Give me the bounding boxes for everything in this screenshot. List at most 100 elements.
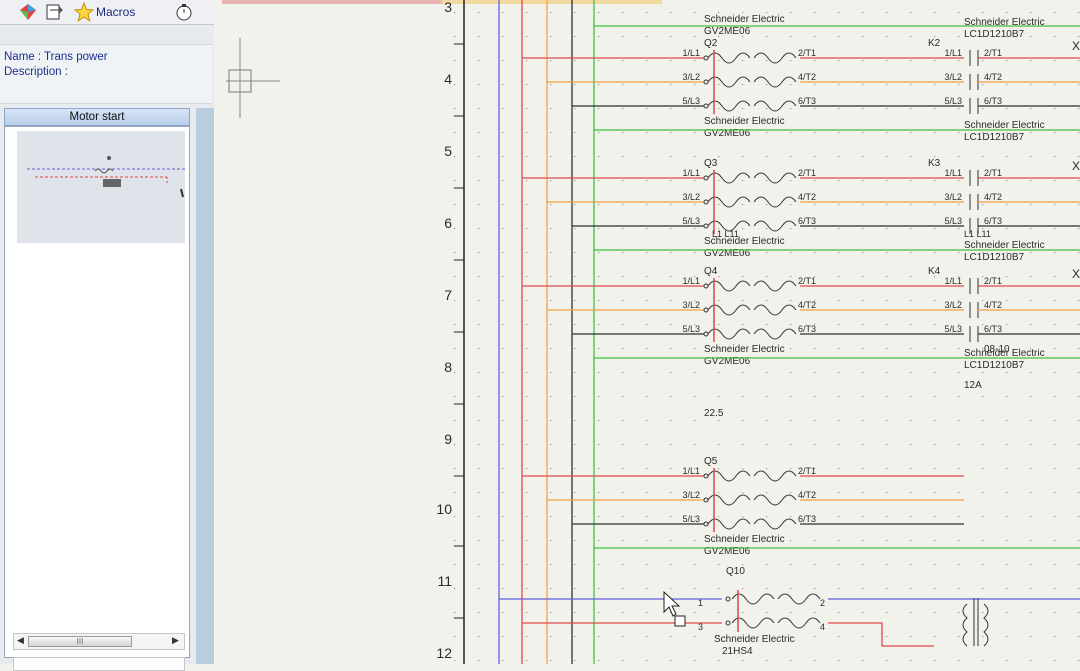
schematic-canvas[interactable]: 3 4 5 6 7 8 9 10 11 12 Schneider Electric GV2ME06 Sc… [222, 0, 1080, 664]
tab-macros[interactable]: Macros [90, 1, 141, 23]
grid-dot [694, 588, 696, 590]
grid-dot [694, 36, 696, 38]
grid-dot [814, 660, 816, 662]
grid-dot [790, 348, 792, 350]
grid-dot [862, 348, 864, 350]
pole-label: 5/L3 [944, 324, 962, 334]
schematic-svg[interactable]: 3456789101112Schneider ElectricGV2ME06Sc… [222, 0, 1080, 664]
grid-dot [670, 516, 672, 518]
grid-dot [694, 252, 696, 254]
grid-dot [478, 540, 480, 542]
document-tab-icon[interactable] [44, 2, 64, 22]
macro-thumbnail[interactable] [17, 131, 185, 243]
grid-dot [1078, 420, 1080, 422]
grid-dot [502, 324, 504, 326]
grid-dot [718, 300, 720, 302]
grid-dot [742, 228, 744, 230]
grid-dot [598, 132, 600, 134]
terminal-dot [725, 596, 731, 602]
grid-dot [1054, 564, 1056, 566]
grid-dot [478, 372, 480, 374]
grid-dot [934, 516, 936, 518]
grid-dot [862, 12, 864, 14]
grid-dot [622, 156, 624, 158]
grid-dot [574, 636, 576, 638]
grid-dot [718, 612, 720, 614]
grid-dot [910, 540, 912, 542]
timer-icon[interactable] [174, 2, 194, 22]
grid-dot [622, 396, 624, 398]
horizontal-scrollbar[interactable]: ◀ III ▶ [13, 633, 185, 650]
grid-dot [598, 420, 600, 422]
grid-dot [886, 276, 888, 278]
macro-list[interactable]: ◀ III ▶ [4, 126, 190, 671]
grid-dot [454, 420, 456, 422]
grid-dot [766, 276, 768, 278]
grid-dot [982, 444, 984, 446]
grid-dot [550, 564, 552, 566]
grid-dot [622, 300, 624, 302]
grid-dot [838, 252, 840, 254]
scrollbar-thumb[interactable]: III [28, 636, 132, 647]
scroll-left-icon[interactable]: ◀ [17, 635, 24, 646]
grid-dot [526, 84, 528, 86]
grid-dot [526, 492, 528, 494]
grid-dot [790, 156, 792, 158]
grid-dot [886, 516, 888, 518]
grid-dot [622, 612, 624, 614]
grid-dot [814, 228, 816, 230]
breaker-coil [707, 196, 797, 208]
grid-dot [1006, 228, 1008, 230]
grid-dot [934, 540, 936, 542]
grid-dot [454, 180, 456, 182]
pole-label: 1/L1 [944, 168, 962, 178]
grid-dot [526, 276, 528, 278]
grid-dot [550, 660, 552, 662]
grid-dot [622, 324, 624, 326]
grid-dot [598, 60, 600, 62]
grid-dot [1078, 84, 1080, 86]
grid-dot [1030, 564, 1032, 566]
grid-dot [454, 588, 456, 590]
grid-dot [862, 516, 864, 518]
grid-dot [934, 372, 936, 374]
grid-dot [838, 444, 840, 446]
grid-dot [790, 228, 792, 230]
grid-dot [934, 324, 936, 326]
grid-dot [574, 516, 576, 518]
grid-dot [670, 276, 672, 278]
macro-filter-field[interactable] [13, 657, 185, 671]
tab-strip [442, 0, 662, 4]
grid-dot [646, 252, 648, 254]
grid-dot [622, 84, 624, 86]
panel-splitter[interactable] [196, 108, 214, 664]
grid-dot [550, 180, 552, 182]
grid-dot [814, 348, 816, 350]
grid-dot [574, 228, 576, 230]
grid-dot [886, 228, 888, 230]
grid-dot [1054, 396, 1056, 398]
grid-dot [646, 36, 648, 38]
grid-dot [478, 204, 480, 206]
grid-dot [814, 252, 816, 254]
grid-dot [718, 324, 720, 326]
grid-dot [838, 204, 840, 206]
pole-label: 3/L2 [944, 192, 962, 202]
out-label: 4/T2 [798, 192, 816, 202]
grid-dot [910, 84, 912, 86]
terminal-dot [703, 103, 709, 109]
macro-info: Name : Trans power Description : [0, 44, 212, 104]
grid-dot [694, 420, 696, 422]
grid-dot [790, 492, 792, 494]
scroll-right-icon[interactable]: ▶ [172, 635, 179, 646]
grid-dot [478, 324, 480, 326]
grid-dot [502, 564, 504, 566]
pole-label: 1/L1 [682, 168, 700, 178]
grid-dot [550, 492, 552, 494]
grid-dot [670, 60, 672, 62]
pole-label: 1/L1 [682, 466, 700, 476]
grid-dot [742, 276, 744, 278]
grid-dot [1030, 12, 1032, 14]
components-icon[interactable] [18, 2, 38, 22]
grid-dot [862, 612, 864, 614]
